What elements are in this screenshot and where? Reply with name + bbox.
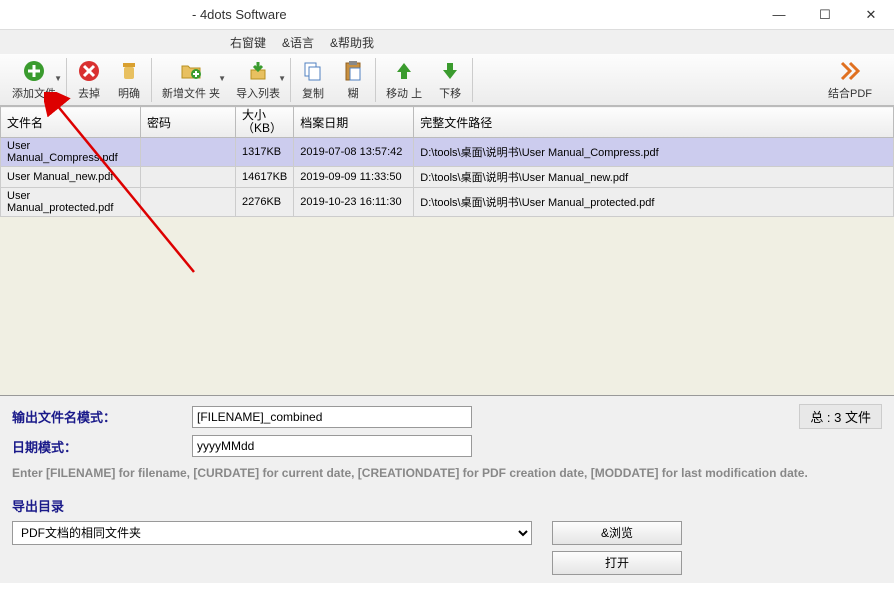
import-icon: [246, 59, 270, 83]
date-pattern-input[interactable]: [192, 435, 472, 457]
down-arrow-icon: [438, 59, 462, 83]
remove-button[interactable]: 去掉: [69, 56, 109, 104]
menu-item[interactable]: &帮助我: [330, 34, 374, 51]
window-controls: — ☐ ✕: [756, 0, 894, 30]
pattern-hint: Enter [FILENAME] for filename, [CURDATE]…: [12, 465, 882, 482]
menu-item[interactable]: 右窗键: [230, 34, 266, 51]
table-row[interactable]: User Manual_protected.pdf2276KB2019-10-2…: [1, 188, 894, 217]
output-pattern-input[interactable]: [192, 406, 472, 428]
copy-icon: [301, 59, 325, 83]
open-button[interactable]: 打开: [552, 551, 682, 575]
close-button[interactable]: ✕: [848, 0, 894, 30]
maximize-button[interactable]: ☐: [802, 0, 848, 30]
col-path[interactable]: 完整文件路径: [414, 107, 894, 138]
table-row[interactable]: User Manual_new.pdf14617KB2019-09-09 11:…: [1, 167, 894, 188]
folder-add-icon: [179, 59, 203, 83]
minimize-button[interactable]: —: [756, 0, 802, 30]
menubar: 右窗键 &语言 &帮助我: [0, 30, 894, 54]
col-password[interactable]: 密码: [141, 107, 236, 138]
dropdown-icon: ▼: [218, 74, 226, 83]
file-count-summary: 总 : 3 文件: [799, 404, 882, 429]
add-icon: [22, 59, 46, 83]
clear-icon: [117, 59, 141, 83]
file-table[interactable]: 文件名 密码 大小（KB） 档案日期 完整文件路径 User Manual_Co…: [0, 106, 894, 217]
menu-item[interactable]: &语言: [282, 34, 314, 51]
file-list-area: 文件名 密码 大小（KB） 档案日期 完整文件路径 User Manual_Co…: [0, 106, 894, 396]
date-pattern-label: 日期模式：: [12, 437, 192, 456]
clear-button[interactable]: 明确: [109, 56, 149, 104]
export-dir-label: 导出目录: [12, 496, 882, 515]
titlebar: - 4dots Software — ☐ ✕: [0, 0, 894, 30]
col-date[interactable]: 档案日期: [294, 107, 414, 138]
paste-button[interactable]: 糊: [333, 56, 373, 104]
dropdown-icon: ▼: [278, 74, 286, 83]
export-dir-select[interactable]: PDF文档的相同文件夹: [12, 521, 532, 545]
output-pattern-label: 输出文件名模式：: [12, 407, 192, 426]
col-size[interactable]: 大小（KB）: [236, 107, 294, 138]
col-filename[interactable]: 文件名: [1, 107, 141, 138]
add-file-button[interactable]: 添加文件 ▼: [4, 56, 64, 104]
move-up-button[interactable]: 移动 上: [378, 56, 430, 104]
new-folder-button[interactable]: 新增文件 夹 ▼: [154, 56, 228, 104]
up-arrow-icon: [392, 59, 416, 83]
import-list-button[interactable]: 导入列表 ▼: [228, 56, 288, 104]
paste-icon: [341, 59, 365, 83]
window-title: - 4dots Software: [12, 7, 756, 22]
combine-icon: [838, 59, 862, 83]
bottom-panel: 输出文件名模式： 总 : 3 文件 日期模式： Enter [FILENAME]…: [0, 396, 894, 583]
move-down-button[interactable]: 下移: [430, 56, 470, 104]
combine-pdf-button[interactable]: 结合PDF: [810, 56, 890, 104]
copy-button[interactable]: 复制: [293, 56, 333, 104]
remove-icon: [77, 59, 101, 83]
table-row[interactable]: User Manual_Compress.pdf1317KB2019-07-08…: [1, 138, 894, 167]
browse-button[interactable]: &浏览: [552, 521, 682, 545]
toolbar: 添加文件 ▼ 去掉 明确 新增文件 夹 ▼ 导入列表 ▼ 复制 糊 移动 上 下…: [0, 54, 894, 106]
dropdown-icon: ▼: [54, 74, 62, 83]
